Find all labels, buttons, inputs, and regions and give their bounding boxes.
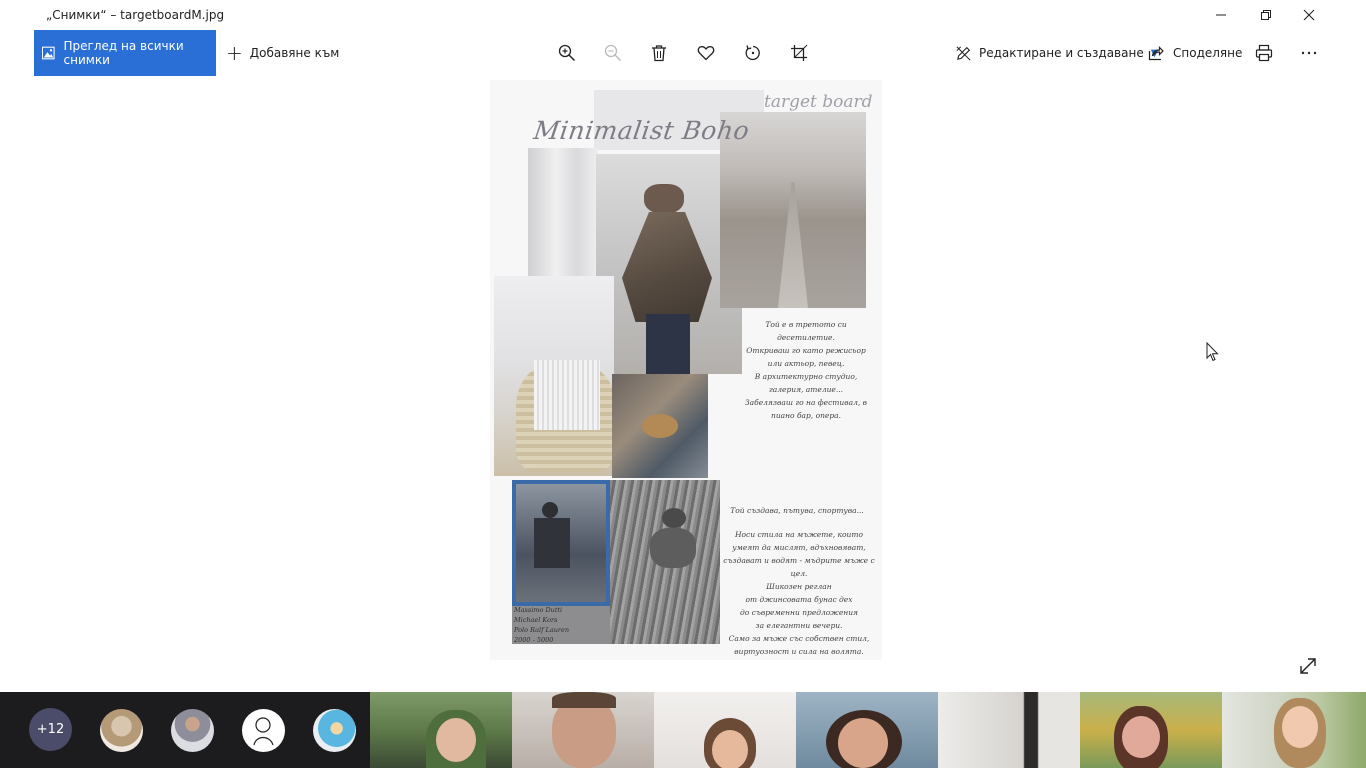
caption-style: Носи стила на мъжете, които умеят да мис… <box>720 528 878 658</box>
photos-icon <box>42 46 55 60</box>
rotate-button[interactable] <box>742 42 764 64</box>
brands-list: Massimo Dutti Michael Kors Polo Ralf Lau… <box>514 605 610 645</box>
print-button[interactable] <box>1253 42 1275 64</box>
edit-create-button[interactable]: Редактиране и създаване ▼ <box>955 30 1158 76</box>
avatar[interactable] <box>171 709 214 752</box>
crop-icon <box>791 44 808 61</box>
share-icon <box>1148 46 1164 61</box>
add-to-button[interactable]: + Добавяне към <box>226 30 339 76</box>
view-all-photos-label: Преглед на всички снимки <box>63 39 184 67</box>
share-label: Споделяне <box>1173 46 1243 60</box>
avatar[interactable] <box>242 709 285 752</box>
video-tile[interactable] <box>796 692 938 768</box>
caption-line: Откриваш го като режисьор <box>746 346 866 355</box>
caption-line: умеят да мислят, вдъхновяват, <box>732 543 866 552</box>
meeting-participants-strip: +12 <box>0 692 1366 768</box>
avatar[interactable] <box>100 709 143 752</box>
mood-board-image: Minimalist Boho target board Той е в тре… <box>490 80 882 660</box>
guitar-detail-photo <box>612 374 708 478</box>
rotate-icon <box>745 45 760 61</box>
more-participants-badge[interactable]: +12 <box>29 708 72 751</box>
favorite-button[interactable] <box>695 42 717 64</box>
trash-icon <box>652 45 666 62</box>
caption-line: от джинсовата бунас дех <box>745 595 853 604</box>
restore-icon <box>1261 10 1271 20</box>
avatar[interactable] <box>313 709 356 752</box>
video-tile[interactable] <box>938 692 1080 768</box>
zoom-in-button[interactable] <box>556 42 578 64</box>
caption-line: Само за мъже със собствен стил, <box>728 634 870 643</box>
restore-button[interactable] <box>1243 0 1289 30</box>
more-icon <box>1301 51 1317 55</box>
caption-line: създават и водят - мъдрите мъже с цел. <box>723 556 875 578</box>
video-tile[interactable] <box>1222 692 1366 768</box>
driftwood-photo <box>528 148 598 276</box>
video-tile[interactable] <box>370 692 512 768</box>
caption-line: Той създава, пътува, спортува... <box>730 506 864 515</box>
brand-line: Massimo Dutti <box>514 606 563 614</box>
more-options-button[interactable] <box>1298 42 1320 64</box>
photos-window: „Снимки“ – targetboardM.jpg Преглед на в… <box>0 0 1366 692</box>
edit-icon <box>956 46 971 60</box>
caption-line: Той е в третото си десетилетие. <box>765 320 847 342</box>
fullscreen-button[interactable] <box>1298 656 1318 676</box>
man-in-grass-photo <box>610 480 720 644</box>
image-viewer[interactable]: Minimalist Boho target board Той е в тре… <box>34 76 1332 692</box>
man-motorcycle-photo <box>512 480 610 606</box>
minimize-button[interactable] <box>1198 0 1244 30</box>
caption-activities: Той създава, пътува, спортува... <box>722 504 872 517</box>
screen: „Снимки“ – targetboardM.jpg Преглед на в… <box>0 0 1366 768</box>
moodboard-title: Minimalist Boho <box>531 116 752 145</box>
sketch-avatar-icon <box>253 717 274 746</box>
basket-blanket-photo <box>494 276 616 476</box>
plus-icon: + <box>226 41 243 65</box>
close-icon <box>1303 9 1315 21</box>
edit-create-label: Редактиране и създаване <box>979 46 1144 60</box>
caption-line: виртуозност и сила на волята. <box>734 647 864 656</box>
caption-line: Носи стила на мъжете, които <box>735 530 863 539</box>
caption-line: Шикозен реглан <box>766 582 832 591</box>
brand-line: Michael Kors <box>514 616 558 624</box>
caption-line: до съвременни предложения <box>739 608 859 617</box>
title-bar: „Снимки“ – targetboardM.jpg <box>0 0 1366 30</box>
minimize-icon <box>1216 14 1226 16</box>
video-tile[interactable] <box>654 692 796 768</box>
moodboard-subtitle: target board <box>764 92 873 112</box>
window-title: „Снимки“ – targetboardM.jpg <box>46 8 225 22</box>
share-button[interactable]: Споделяне <box>1148 30 1242 76</box>
caption-line: или актьор, певец. <box>767 359 845 368</box>
toolbar: Преглед на всички снимки + Добавяне към <box>0 30 1366 76</box>
view-all-photos-button[interactable]: Преглед на всички снимки <box>34 30 216 76</box>
mouse-cursor-icon <box>1206 342 1219 362</box>
zoom-in-icon <box>558 44 576 62</box>
caption-line: Забелязваш го на фестивал, в <box>745 398 867 407</box>
video-tile[interactable] <box>512 692 654 768</box>
brand-line: 2000 - 5000 <box>514 636 554 644</box>
video-tile[interactable] <box>1080 692 1222 768</box>
add-to-label: Добавяне към <box>249 46 340 60</box>
caption-description: Той е в третото си десетилетие. Откриваш… <box>740 318 872 422</box>
zoom-out-button[interactable] <box>602 42 624 64</box>
expand-icon <box>1300 658 1316 674</box>
caption-line: за елегантни вечери. <box>755 621 843 630</box>
heart-icon <box>697 46 715 61</box>
caption-line: В архитектурно студио, <box>754 372 858 381</box>
delete-button[interactable] <box>648 42 670 64</box>
brand-line: Polo Ralf Lauren <box>514 626 570 634</box>
caption-line: галерия, ателие... <box>768 385 844 394</box>
print-icon <box>1255 44 1273 62</box>
zoom-out-icon <box>604 44 622 62</box>
crop-button[interactable] <box>788 42 810 64</box>
close-button[interactable] <box>1286 0 1332 30</box>
caption-line: пиано бар, опера. <box>770 411 842 420</box>
